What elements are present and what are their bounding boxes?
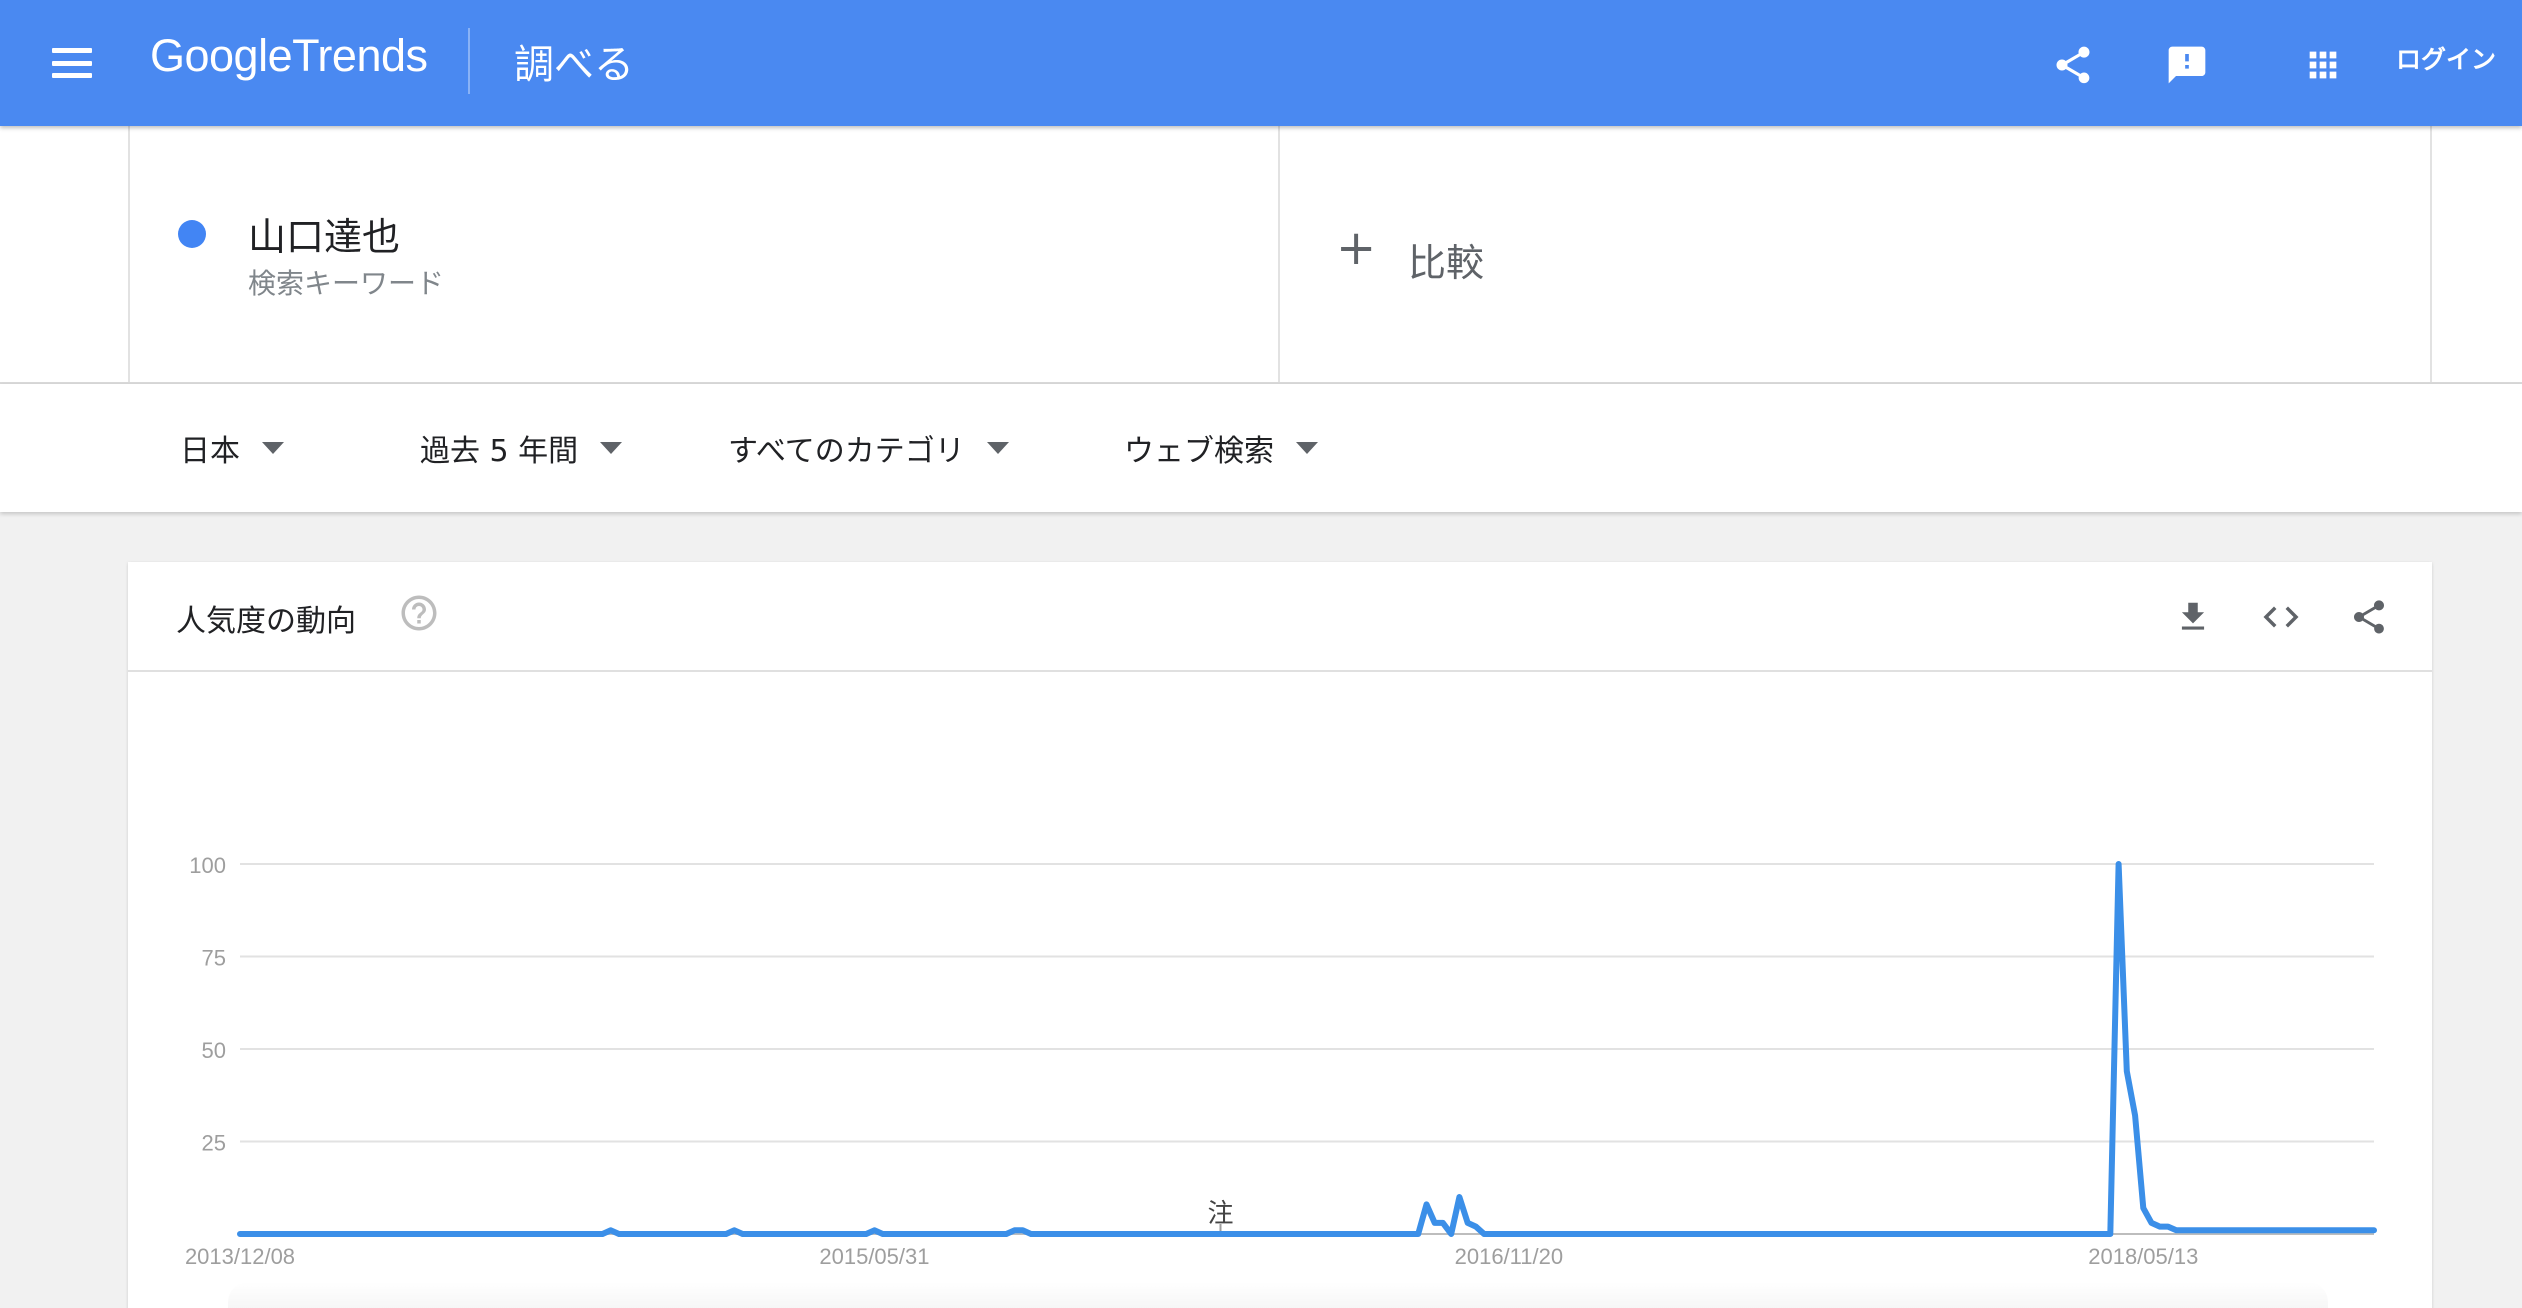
compare-button[interactable]: + 比較 xyxy=(1280,126,2432,382)
region-filter[interactable]: 日本 xyxy=(180,424,284,472)
interest-over-time-card: 人気度の動向 25 50 75 100 2013/12/08 2015/05/31 2016… xyxy=(128,562,2432,1308)
share-icon[interactable] xyxy=(2344,592,2394,642)
filter-bar: 日本 過去 5 年間 すべてのカテゴリ ウェブ検索 xyxy=(0,384,2522,512)
time-range-filter[interactable]: 過去 5 年間 xyxy=(420,424,623,472)
embed-code-icon[interactable] xyxy=(2256,592,2306,642)
search-term-name: 山口達也 xyxy=(248,215,401,259)
search-terms-panel: 山口達也 検索キーワード + 比較 xyxy=(0,126,2522,384)
x-tick-label: 2015/05/31 xyxy=(819,1244,929,1269)
x-tick-label: 2018/05/13 xyxy=(2088,1244,2198,1269)
card-title: 人気度の動向 xyxy=(176,604,356,639)
category-filter[interactable]: すべてのカテゴリ xyxy=(728,424,1009,472)
compare-label: 比較 xyxy=(1408,241,1485,285)
category-filter-label: すべてのカテゴリ xyxy=(728,434,965,469)
share-icon[interactable] xyxy=(2046,38,2100,92)
search-type-filter[interactable]: ウェブ検索 xyxy=(1124,424,1318,472)
login-button[interactable]: ログイン xyxy=(2370,26,2522,90)
logo-google-text: Google xyxy=(150,30,293,81)
search-term-card[interactable]: 山口達也 検索キーワード xyxy=(128,126,1280,382)
header-divider xyxy=(468,28,470,94)
app-header: GoogleTrends 調べる ログイン xyxy=(0,0,2522,126)
feedback-icon[interactable] xyxy=(2160,38,2214,92)
card-bottom-shade xyxy=(228,1282,2328,1308)
google-trends-logo[interactable]: GoogleTrends xyxy=(150,30,428,82)
annotation-note[interactable]: 注 xyxy=(1207,1199,1233,1229)
plus-icon: + xyxy=(1336,220,1377,276)
x-tick-label: 2013/12/08 xyxy=(185,1244,295,1269)
dropdown-arrow-icon xyxy=(986,442,1009,454)
apps-grid-icon[interactable] xyxy=(2296,38,2350,92)
logo-trends-text: Trends xyxy=(292,30,428,81)
series-color-dot xyxy=(178,220,206,248)
y-tick-label: 50 xyxy=(202,1038,226,1063)
search-term-type: 検索キーワード xyxy=(248,267,445,300)
dropdown-arrow-icon xyxy=(600,442,623,454)
dropdown-arrow-icon xyxy=(262,442,284,454)
region-filter-label: 日本 xyxy=(180,434,240,469)
dropdown-arrow-icon xyxy=(1296,442,1318,454)
x-tick-label: 2016/11/20 xyxy=(1455,1244,1563,1269)
help-icon[interactable] xyxy=(398,592,440,634)
card-header: 人気度の動向 xyxy=(128,562,2432,672)
y-tick-label: 25 xyxy=(202,1131,226,1156)
search-type-filter-label: ウェブ検索 xyxy=(1124,434,1274,469)
interest-line-chart[interactable]: 25 50 75 100 2013/12/08 2015/05/31 2016/11/20 2… xyxy=(128,674,2432,1274)
y-tick-label: 75 xyxy=(202,946,226,971)
download-icon[interactable] xyxy=(2168,592,2218,642)
time-range-filter-label: 過去 5 年間 xyxy=(420,434,579,469)
page-title: 調べる xyxy=(514,42,634,88)
menu-icon[interactable] xyxy=(44,38,100,88)
y-tick-label: 100 xyxy=(189,853,226,878)
